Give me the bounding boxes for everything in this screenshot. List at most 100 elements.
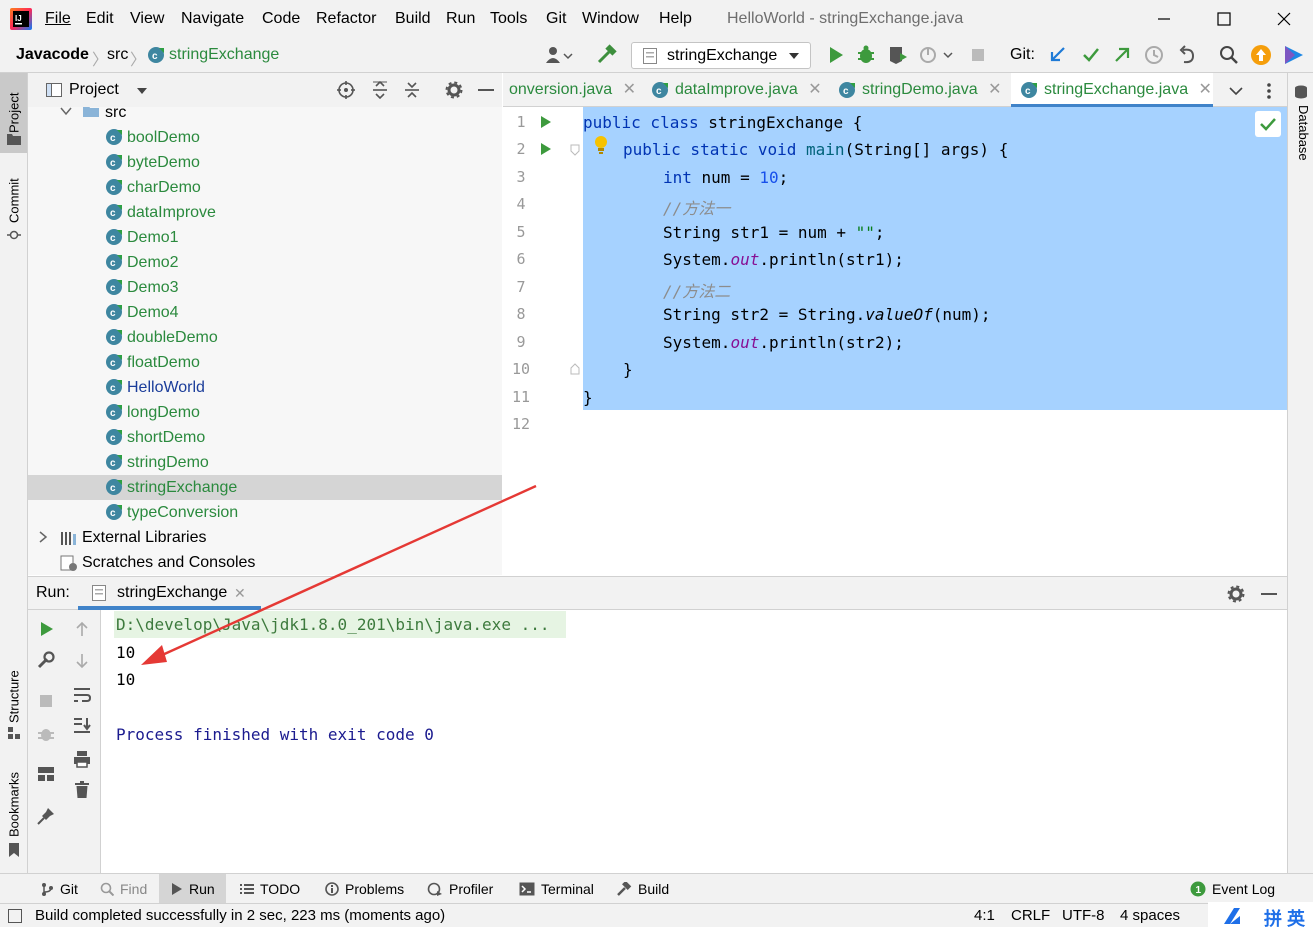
code-editor[interactable]: public class stringExchange { public sta… (583, 107, 1287, 575)
breadcrumb-file[interactable]: stringExchange (169, 46, 279, 64)
tree-class-item[interactable]: typeConversion (127, 500, 238, 525)
gear-icon[interactable] (445, 81, 463, 99)
tree-class-item[interactable]: HelloWorld (127, 375, 205, 400)
tree-class-item[interactable]: byteDemo (127, 150, 200, 175)
fold-icon[interactable] (570, 363, 580, 375)
search-icon[interactable] (1218, 44, 1240, 66)
bottom-tab-problems[interactable]: Problems (325, 881, 404, 897)
menu-navigate[interactable]: Navigate (181, 10, 244, 28)
run-console[interactable]: D:\develop\Java\jdk1.8.0_201\bin\java.ex… (101, 610, 1287, 873)
collapse-all-icon[interactable] (403, 81, 421, 99)
debug-disabled-icon[interactable] (36, 724, 56, 744)
tree-external-libraries[interactable]: External Libraries (82, 525, 207, 550)
close-icon[interactable]: ✕ (234, 585, 246, 602)
soft-wrap-icon[interactable] (72, 685, 92, 705)
tree-src-folder[interactable]: src (105, 107, 126, 125)
tree-class-item[interactable]: Demo4 (127, 300, 179, 325)
close-window-button[interactable] (1272, 8, 1296, 30)
locate-target-icon[interactable] (337, 81, 355, 99)
structure-tool-tab[interactable]: Structure (2, 661, 26, 723)
bottom-tab-find[interactable]: Find (100, 881, 147, 897)
debug-bug-icon[interactable] (855, 44, 877, 66)
coverage-icon[interactable] (887, 44, 909, 66)
tree-scratches-and-consoles[interactable]: Scratches and Consoles (82, 550, 255, 575)
close-icon[interactable]: ✕ (1199, 81, 1212, 98)
bottom-tab-todo[interactable]: TODO (240, 881, 300, 897)
hide-panel-icon[interactable] (478, 89, 494, 93)
run-play-icon[interactable] (825, 44, 847, 66)
bookmarks-tool-tab[interactable]: Bookmarks (2, 767, 26, 837)
close-icon[interactable]: ✕ (988, 81, 1001, 98)
expand-all-icon[interactable] (371, 81, 389, 99)
bottom-tab-profiler[interactable]: Profiler (427, 881, 493, 897)
project-panel-title[interactable]: Project (69, 81, 119, 99)
close-icon[interactable]: ✕ (623, 81, 636, 98)
tree-class-item[interactable]: Demo3 (127, 275, 179, 300)
print-icon[interactable] (72, 749, 92, 769)
menu-refactor[interactable]: Refactor (316, 10, 376, 28)
run-tab-stringexchange[interactable]: stringExchange (117, 584, 227, 602)
status-square-icon[interactable] (8, 909, 22, 923)
run-gutter-icon[interactable] (540, 115, 552, 129)
build-hammer-icon[interactable] (596, 44, 618, 66)
breadcrumb-project[interactable]: Javacode (16, 46, 89, 64)
gear-icon[interactable] (1227, 585, 1245, 603)
menu-code[interactable]: Code (262, 10, 300, 28)
fold-icon[interactable] (570, 144, 580, 156)
indent-setting[interactable]: 4 spaces (1120, 907, 1180, 924)
database-tool-tab[interactable]: Database (1291, 105, 1311, 169)
git-push-icon[interactable] (1111, 44, 1133, 66)
rerun-icon[interactable] (36, 619, 56, 639)
chevron-down-icon[interactable] (136, 87, 148, 95)
close-icon[interactable]: ✕ (808, 81, 821, 98)
run-gutter-icon[interactable] (540, 142, 552, 156)
tree-class-item[interactable]: boolDemo (127, 125, 200, 150)
cursor-position[interactable]: 4:1 (974, 907, 995, 924)
tree-class-item[interactable]: Demo2 (127, 250, 179, 275)
maximize-button[interactable] (1212, 8, 1236, 30)
tab-typeconversion[interactable]: onversion.java ✕ (509, 73, 636, 107)
tree-class-item[interactable]: Demo1 (127, 225, 179, 250)
minimize-button[interactable] (1152, 8, 1176, 30)
tree-class-item[interactable]: shortDemo (127, 425, 205, 450)
hide-panel-icon[interactable] (1261, 593, 1277, 597)
tree-class-item[interactable]: floatDemo (127, 350, 200, 375)
ide-update-icon[interactable] (1250, 44, 1272, 66)
scroll-up-icon[interactable] (72, 619, 92, 639)
breadcrumb-folder[interactable]: src (107, 46, 128, 64)
scroll-to-end-icon[interactable] (72, 715, 92, 735)
tree-class-item[interactable]: charDemo (127, 175, 201, 200)
menu-help[interactable]: Help (659, 10, 692, 28)
user-icon[interactable] (545, 44, 573, 66)
menu-view[interactable]: View (130, 10, 164, 28)
run-configuration-select[interactable]: stringExchange (631, 42, 811, 69)
event-log-button[interactable]: 1 Event Log (1190, 881, 1275, 897)
commit-tool-tab[interactable]: Commit (2, 173, 26, 223)
bottom-tab-git[interactable]: Git (40, 881, 78, 897)
scroll-down-icon[interactable] (72, 651, 92, 671)
more-options-icon[interactable] (1266, 82, 1272, 100)
stop-icon[interactable] (967, 44, 989, 66)
wrench-icon[interactable] (36, 650, 56, 670)
menu-build[interactable]: Build (395, 10, 431, 28)
history-clock-icon[interactable] (1143, 44, 1165, 66)
layout-icon[interactable] (36, 764, 56, 784)
trash-icon[interactable] (72, 780, 92, 800)
inspection-ok-icon[interactable] (1255, 111, 1281, 137)
pin-icon[interactable] (36, 806, 56, 826)
menu-git[interactable]: Git (546, 10, 566, 28)
file-encoding[interactable]: UTF-8 (1062, 907, 1105, 924)
chevron-down-icon[interactable] (1229, 86, 1243, 96)
line-separator[interactable]: CRLF (1011, 907, 1050, 924)
rollback-icon[interactable] (1176, 44, 1198, 66)
bottom-tab-build[interactable]: Build (616, 881, 669, 897)
menu-run[interactable]: Run (446, 10, 475, 28)
stop-icon[interactable] (36, 691, 56, 711)
profile-icon[interactable] (918, 44, 953, 66)
menu-window[interactable]: Window (582, 10, 639, 28)
tab-dataimprove[interactable]: dataImprove.java ✕ (675, 73, 822, 107)
ime-panel[interactable]: 拼 英 (1208, 902, 1313, 929)
git-commit-check-icon[interactable] (1080, 44, 1102, 66)
tab-stringdemo[interactable]: stringDemo.java ✕ (862, 73, 1001, 107)
chevron-right-icon[interactable] (38, 531, 48, 543)
